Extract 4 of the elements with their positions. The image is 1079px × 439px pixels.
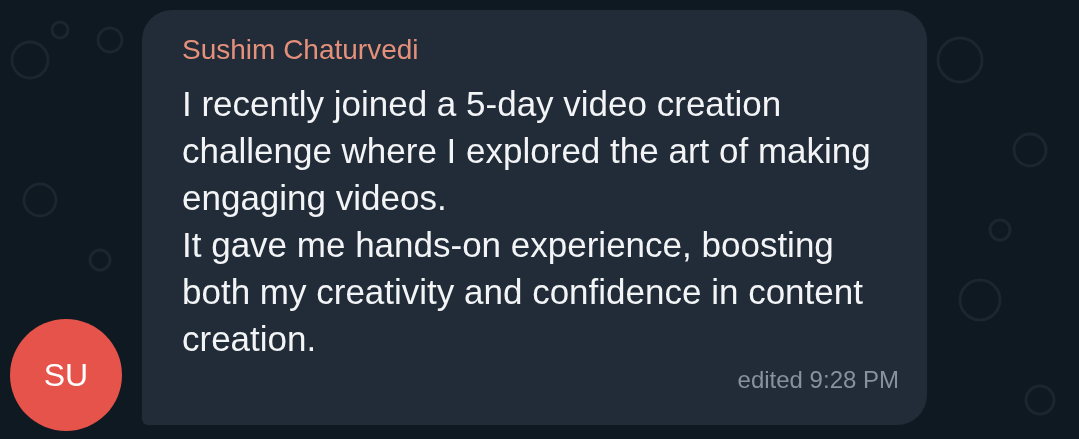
avatar[interactable]: SU (10, 319, 122, 431)
message-text: I recently joined a 5-day video creation challenge where I explored the art of making engaging videos. It gave me hands-on experience, boosting both my creativity and confidence in content creation. (182, 83, 872, 360)
sender-name[interactable]: Sushim Chaturvedi (182, 34, 419, 66)
message-time: edited 9:28 PM (737, 366, 899, 394)
